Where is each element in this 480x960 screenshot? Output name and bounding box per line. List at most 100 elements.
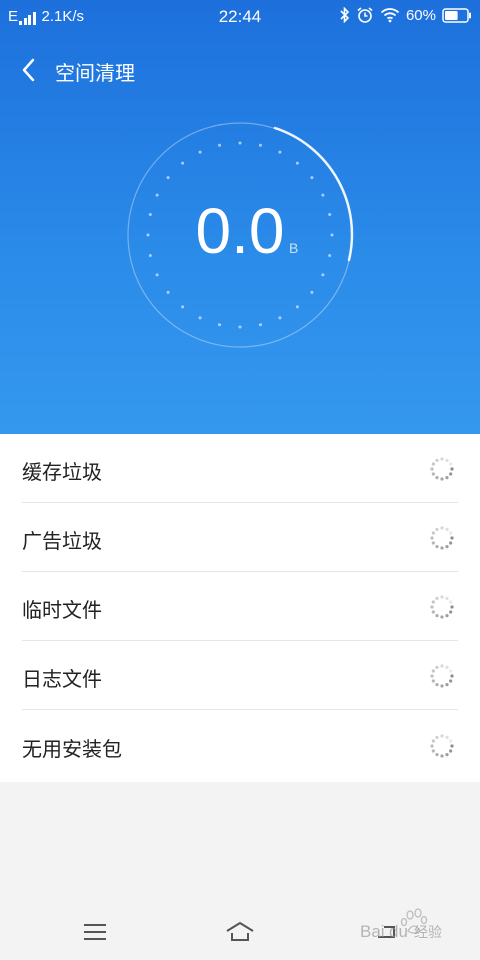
bluetooth-icon [340, 7, 350, 23]
spinner-dot [431, 462, 435, 466]
loading-spinner-icon [430, 595, 454, 619]
menu-icon[interactable] [80, 917, 110, 947]
spinner-dot [449, 472, 453, 476]
list-item-cache[interactable]: 缓存垃圾 [0, 434, 480, 503]
spinner-dot [431, 472, 435, 476]
spinner-dot [445, 683, 449, 687]
gauge-dot [181, 305, 185, 309]
loading-spinner-icon [430, 457, 454, 481]
spinner-dot [435, 614, 439, 618]
list-item-label: 无用安装包 [22, 737, 122, 761]
svg-text:经验: 经验 [414, 925, 442, 941]
gauge-dot [218, 143, 222, 147]
divider [22, 709, 458, 710]
spinner-dot [449, 749, 453, 753]
scan-size-value: 0.0 [195, 195, 285, 267]
list-item-ads[interactable]: 广告垃圾 [0, 503, 480, 572]
gauge-dot [278, 150, 282, 154]
spinner-dot [450, 605, 454, 609]
list-item-log-files[interactable]: 日志文件 [0, 641, 480, 710]
status-bar: E 2.1K/s 22:44 60% [0, 0, 480, 34]
gauge-dot [310, 290, 314, 294]
spinner-dot [435, 476, 439, 480]
spinner-dot [450, 674, 454, 678]
home-icon[interactable] [225, 917, 255, 947]
app-bar: 空间清理 [0, 50, 480, 90]
list-item-label: 临时文件 [22, 598, 102, 622]
spinner-dot [449, 531, 453, 535]
list-item-label: 缓存垃圾 [22, 460, 102, 484]
svg-text:Bai: Bai [360, 922, 385, 941]
spinner-dot [431, 610, 435, 614]
gauge-dot [238, 141, 242, 145]
spinner-dot [435, 735, 439, 739]
spinner-dot [440, 457, 444, 461]
spinner-dot [435, 753, 439, 757]
gauge-dot [198, 150, 202, 154]
battery-icon [442, 7, 471, 23]
list-item-useless-packages[interactable]: 无用安装包 [0, 711, 480, 780]
spinner-dot [440, 615, 444, 619]
loading-spinner-icon [430, 664, 454, 688]
spinner-dot [440, 684, 444, 688]
spinner-dot [431, 600, 435, 604]
list-item-label: 日志文件 [22, 667, 102, 691]
gauge-dot [238, 325, 242, 329]
battery-percent: 60% [405, 6, 436, 24]
spinner-dot [431, 541, 435, 545]
spinner-dot [450, 536, 454, 540]
spinner-dot [435, 527, 439, 531]
spinner-dot [449, 679, 453, 683]
spinner-dot [449, 462, 453, 466]
alarm-icon [357, 7, 373, 23]
spinner-dot [431, 679, 435, 683]
spinner-dot [445, 665, 449, 669]
gauge-dot [295, 161, 299, 165]
scan-size-unit: B [289, 240, 299, 256]
spinner-dot [435, 545, 439, 549]
spinner-dot [430, 744, 434, 748]
spinner-dot [450, 744, 454, 748]
spinner-dot [450, 467, 454, 471]
gauge-dot [166, 176, 170, 180]
spinner-dot [430, 467, 434, 471]
spinner-dot [445, 735, 449, 739]
gauge-dot [181, 161, 185, 165]
loading-spinner-icon [430, 734, 454, 758]
gauge-dot [155, 273, 159, 277]
spinner-dot [431, 531, 435, 535]
spinner-dot [449, 541, 453, 545]
spinner-dot [445, 753, 449, 757]
wifi-icon [380, 8, 400, 23]
baidu-watermark-logo: Bai du 经验 [360, 908, 442, 941]
spinner-dot [445, 458, 449, 462]
spinner-dot [435, 458, 439, 462]
back-arrow-icon[interactable] [18, 56, 42, 84]
spinner-dot [445, 476, 449, 480]
spinner-dot [435, 596, 439, 600]
spinner-dot [440, 546, 444, 550]
spinner-dot [449, 669, 453, 673]
spinner-dot [440, 477, 444, 481]
spinner-dot [430, 536, 434, 540]
gauge-dot [295, 305, 299, 309]
spinner-dot [445, 614, 449, 618]
gauge-dot [258, 323, 262, 327]
cleanup-category-list: 缓存垃圾 广告垃圾 临时文件 日志文件 无用安装包 [0, 434, 480, 782]
spinner-dot [445, 596, 449, 600]
spinner-dot [449, 610, 453, 614]
page-title: 空间清理 [55, 61, 135, 85]
spinner-dot [440, 526, 444, 530]
gauge-dot [321, 273, 325, 277]
list-item-label: 广告垃圾 [22, 529, 102, 553]
spinner-dot [435, 665, 439, 669]
gauge-dot [258, 143, 262, 147]
spinner-dot [430, 605, 434, 609]
spinner-dot [440, 664, 444, 668]
spinner-dot [430, 674, 434, 678]
gauge-dot [278, 316, 282, 320]
gauge-dot [166, 290, 170, 294]
list-item-temp-files[interactable]: 临时文件 [0, 572, 480, 641]
spinner-dot [449, 600, 453, 604]
spinner-dot [440, 595, 444, 599]
